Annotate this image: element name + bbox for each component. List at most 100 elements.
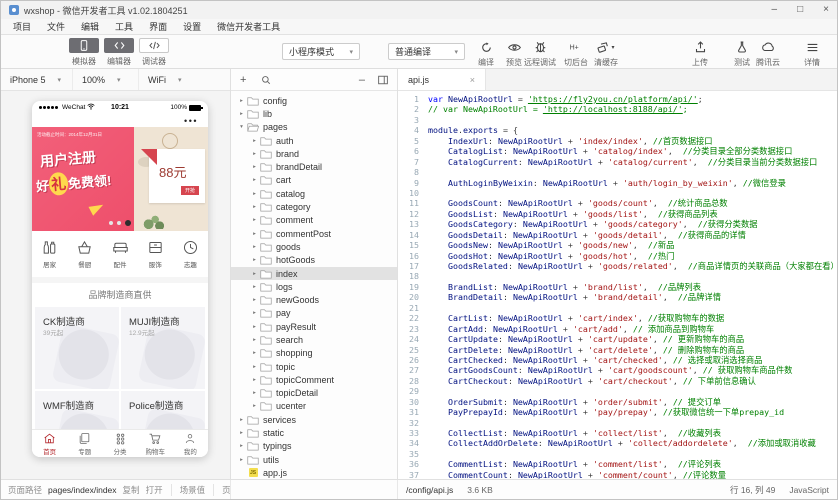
tree-expand-icon[interactable]: ▸ <box>250 164 259 170</box>
network-select[interactable]: WiFi ▾ <box>139 69 201 90</box>
tree-item-category[interactable]: ▸category <box>231 200 397 213</box>
code-line-24[interactable]: 24 CartUpdate: NewApiRootUrl + 'cart/upd… <box>398 334 837 344</box>
view-button-调试器[interactable]: 调试器 <box>139 38 169 67</box>
code-line-7[interactable]: 7 CatalogCurrent: NewApiRootUrl + 'catal… <box>398 157 837 167</box>
category-item-志趣[interactable]: 志趣 <box>173 239 208 269</box>
cursor-position[interactable]: 行 16, 列 49 <box>730 484 775 496</box>
code-line-32[interactable]: 32 <box>398 418 837 428</box>
code-line-14[interactable]: 14 GoodsDetail: NewApiRootUrl + 'goods/d… <box>398 230 837 240</box>
code-line-4[interactable]: 4module.exports = { <box>398 125 837 135</box>
tree-item-app.js[interactable]: JSapp.js <box>231 466 397 479</box>
category-item-居家[interactable]: 居家 <box>32 239 67 269</box>
tree-expand-icon[interactable]: ▸ <box>250 390 259 396</box>
code-line-20[interactable]: 20 BrandDetail: NewApiRootUrl + 'brand/d… <box>398 292 837 302</box>
action-button-远程调试[interactable]: 远程调试 <box>523 40 557 68</box>
action-button-清缓存[interactable]: ▾清缓存 <box>589 40 623 68</box>
tree-expand-icon[interactable]: ▸ <box>250 151 259 157</box>
code-line-8[interactable]: 8 <box>398 167 837 177</box>
tree-expand-icon[interactable]: ▸ <box>250 271 259 277</box>
minimize-button[interactable]: – <box>772 1 778 19</box>
tree-item-typings[interactable]: ▸typings <box>231 440 397 453</box>
view-button-编辑器[interactable]: 编辑器 <box>104 38 134 67</box>
tree-item-ucenter[interactable]: ▸ucenter <box>231 400 397 413</box>
code-line-37[interactable]: 37 CommentCount: NewApiRootUrl + 'commen… <box>398 470 837 479</box>
action-button-切后台[interactable]: H+切后台 <box>559 40 593 68</box>
tree-item-shopping[interactable]: ▸shopping <box>231 347 397 360</box>
banner-slide-coupon[interactable]: 88元 开抢 <box>134 127 208 231</box>
tree-item-hotGoods[interactable]: ▸hotGoods <box>231 254 397 267</box>
tree-item-services[interactable]: ▸services <box>231 413 397 426</box>
scene-value-button[interactable]: 场景值 <box>171 484 206 496</box>
tree-item-index[interactable]: ▸index <box>231 267 397 280</box>
banner-carousel[interactable]: 活动截止时间：2014年12月31日 用户注册 好礼免费领! 88元 开抢 <box>32 127 208 231</box>
tree-expand-icon[interactable]: ▸ <box>250 191 259 197</box>
code-line-3[interactable]: 3 <box>398 115 837 125</box>
toolbar-button-详情[interactable]: 详情 <box>795 40 829 68</box>
tree-item-commentPost[interactable]: ▸commentPost <box>231 227 397 240</box>
category-item-服饰[interactable]: 服饰 <box>138 239 173 269</box>
tree-item-lib[interactable]: ▸lib <box>231 107 397 120</box>
code-line-26[interactable]: 26 CartChecked: NewApiRootUrl + 'cart/ch… <box>398 355 837 365</box>
menu-item-1[interactable]: 文件 <box>39 19 73 35</box>
tree-item-search[interactable]: ▸search <box>231 333 397 346</box>
tree-item-newGoods[interactable]: ▸newGoods <box>231 293 397 306</box>
code-editor[interactable]: 1var NewApiRootUrl = 'https://fly2you.cn… <box>398 91 837 479</box>
brand-card-CK制造商[interactable]: CK制造商39元起 <box>35 307 119 389</box>
code-line-27[interactable]: 27 CartGoodsCount: NewApiRootUrl + 'cart… <box>398 365 837 375</box>
brand-card-Police制造商[interactable]: Police制造商 <box>121 391 205 429</box>
code-line-13[interactable]: 13 GoodsCategory: NewApiRootUrl + 'goods… <box>398 219 837 229</box>
phone-tab-首页[interactable]: 首页 <box>32 430 67 457</box>
tree-item-pay[interactable]: ▸pay <box>231 307 397 320</box>
code-line-28[interactable]: 28 CartCheckout: NewApiRootUrl + 'cart/c… <box>398 376 837 386</box>
tree-expand-icon[interactable]: ▸ <box>250 310 259 316</box>
code-line-12[interactable]: 12 GoodsList: NewApiRootUrl + 'goods/lis… <box>398 209 837 219</box>
tree-expand-icon[interactable]: ▸ <box>250 364 259 370</box>
code-line-9[interactable]: 9 AuthLoginByWeixin: NewApiRootUrl + 'au… <box>398 178 837 188</box>
phone-tab-分类[interactable]: 分类 <box>102 430 137 457</box>
menu-item-2[interactable]: 编辑 <box>73 19 107 35</box>
code-line-11[interactable]: 11 GoodsCount: NewApiRootUrl + 'goods/co… <box>398 198 837 208</box>
language-mode[interactable]: JavaScript <box>789 485 829 495</box>
tree-item-static[interactable]: ▸static <box>231 426 397 439</box>
tab-close-icon[interactable]: × <box>470 75 475 85</box>
code-line-34[interactable]: 34 CollectAddOrDelete: NewApiRootUrl + '… <box>398 438 837 448</box>
code-line-36[interactable]: 36 CommentList: NewApiRootUrl + 'comment… <box>398 459 837 469</box>
phone-tab-我的[interactable]: 我的 <box>173 430 208 457</box>
tree-expand-icon[interactable]: ▸ <box>250 204 259 210</box>
tree-item-brand[interactable]: ▸brand <box>231 147 397 160</box>
code-line-33[interactable]: 33 CollectList: NewApiRootUrl + 'collect… <box>398 428 837 438</box>
code-line-15[interactable]: 15 GoodsNew: NewApiRootUrl + 'goods/new'… <box>398 240 837 250</box>
menu-item-5[interactable]: 设置 <box>175 19 209 35</box>
category-item-餐厨[interactable]: 餐厨 <box>67 239 102 269</box>
brand-card-MUJI制造商[interactable]: MUJI制造商12.9元起 <box>121 307 205 389</box>
tree-expand-icon[interactable]: ▸ <box>250 177 259 183</box>
tree-item-config[interactable]: ▸config <box>231 94 397 107</box>
code-line-23[interactable]: 23 CartAdd: NewApiRootUrl + 'cart/add', … <box>398 324 837 334</box>
tree-item-payResult[interactable]: ▸payResult <box>231 320 397 333</box>
tree-item-topicDetail[interactable]: ▸topicDetail <box>231 387 397 400</box>
code-line-19[interactable]: 19 BrandList: NewApiRootUrl + 'brand/lis… <box>398 282 837 292</box>
page-params-button[interactable]: 页面参数 <box>213 484 231 496</box>
brand-card-WMF制造商[interactable]: WMF制造商 <box>35 391 119 429</box>
phone-tab-专题[interactable]: 专题 <box>67 430 102 457</box>
tree-expand-icon[interactable]: ▸ <box>237 417 246 423</box>
tree-expand-icon[interactable]: ▸ <box>250 138 259 144</box>
tree-item-goods[interactable]: ▸goods <box>231 240 397 253</box>
view-button-模拟器[interactable]: 模拟器 <box>69 38 99 67</box>
tree-expand-icon[interactable]: ▸ <box>237 443 246 449</box>
code-line-10[interactable]: 10 <box>398 188 837 198</box>
collapse-all-icon[interactable]: – <box>359 69 365 91</box>
code-line-22[interactable]: 22 CartList: NewApiRootUrl + 'cart/index… <box>398 313 837 323</box>
mode-select[interactable]: 小程序模式 ▾ <box>282 43 360 60</box>
tree-expand-icon[interactable]: ▸ <box>237 430 246 436</box>
device-select[interactable]: iPhone 5 ▾ <box>1 69 73 90</box>
search-icon[interactable] <box>261 75 271 85</box>
code-line-25[interactable]: 25 CartDelete: NewApiRootUrl + 'cart/del… <box>398 345 837 355</box>
tree-item-pages[interactable]: ▾pages <box>231 121 397 134</box>
tree-expand-icon[interactable]: ▸ <box>250 284 259 290</box>
tree-item-auth[interactable]: ▸auth <box>231 134 397 147</box>
maximize-button[interactable]: □ <box>797 1 803 19</box>
banner-slide-register[interactable]: 活动截止时间：2014年12月31日 用户注册 好礼免费领! <box>32 127 134 231</box>
tree-expand-icon[interactable]: ▾ <box>237 124 246 130</box>
code-line-2[interactable]: 2// var NewApiRootUrl = 'http://localhos… <box>398 104 837 114</box>
